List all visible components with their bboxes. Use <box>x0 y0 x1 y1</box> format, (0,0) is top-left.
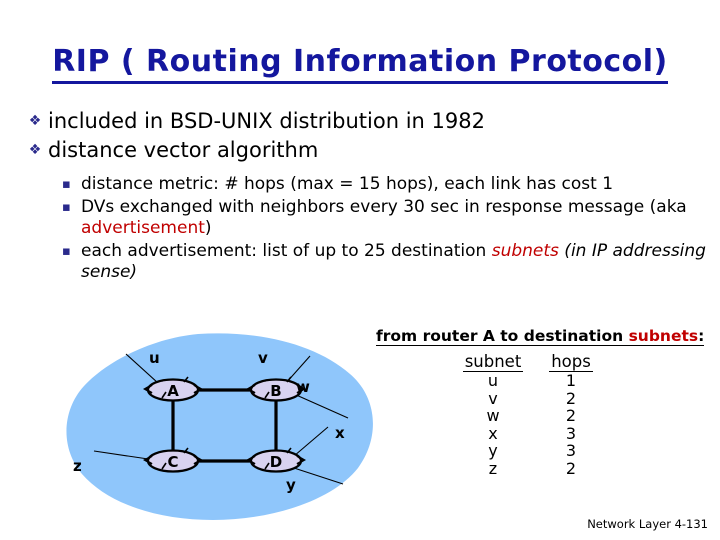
list-item: ❖ distance vector algorithm <box>22 137 692 164</box>
level1-bullet-text: distance vector algorithm <box>48 138 319 162</box>
level1-bullet-list: ❖ included in BSD-UNIX distribution in 1… <box>22 108 692 166</box>
router-label-d: D <box>270 453 282 471</box>
list-item: ❖ included in BSD-UNIX distribution in 1… <box>22 108 692 135</box>
cell-subnet: v <box>488 388 498 408</box>
router-label-a: A <box>167 382 179 400</box>
table-header-row: subnet hops <box>454 352 610 372</box>
level2-bullet-text: each advertisement: list of up to 25 des… <box>81 241 712 284</box>
stub-label-x: x <box>335 424 345 442</box>
router-label-c: C <box>167 453 178 471</box>
cell-subnet: w <box>486 406 500 425</box>
level2-bullet-text: distance metric: # hops (max = 15 hops),… <box>81 174 712 196</box>
column-header-subnet: subnet <box>462 352 524 372</box>
stub-label-v: v <box>258 349 268 367</box>
cell-subnet: u <box>487 371 499 390</box>
column-header-hops: hops <box>549 352 593 372</box>
routing-table: subnet hops u 1 v 2 w 2 x 3 y 3 z 2 <box>454 352 610 477</box>
list-item: ▪ distance metric: # hops (max = 15 hops… <box>62 174 712 196</box>
stub-label-y: y <box>286 476 296 494</box>
cell-hops: 3 <box>565 441 577 460</box>
table-row: y 3 <box>454 442 610 460</box>
network-topology-diagram: A B C D u v w x y z <box>58 328 388 528</box>
diamond-bullet-icon: ❖ <box>28 113 42 129</box>
cell-subnet: y <box>488 441 498 460</box>
text-run: ) <box>204 218 212 238</box>
list-item: ▪ DVs exchanged with neighbors every 30 … <box>62 197 712 240</box>
text-run: distance metric: # hops (max = 15 hops),… <box>81 174 614 194</box>
routing-table-caption: from router A to destination subnets: <box>376 327 705 346</box>
stub-label-u: u <box>149 349 160 367</box>
table-row: w 2 <box>454 407 610 425</box>
level1-bullet-text: included in BSD-UNIX distribution in 198… <box>48 109 485 133</box>
stub-label-z: z <box>73 457 82 475</box>
cell-hops: 2 <box>565 406 577 425</box>
text-run-highlight: subnets <box>491 240 559 261</box>
square-bullet-icon: ▪ <box>62 243 71 259</box>
table-row: u 1 <box>454 372 610 390</box>
cell-hops: 2 <box>565 388 577 408</box>
routing-table-block: from router A to destination subnets: su… <box>376 326 706 477</box>
router-label-b: B <box>270 382 281 400</box>
text-run-highlight: advertisement <box>81 218 205 238</box>
text-run: DVs exchanged with neighbors every 30 se… <box>81 196 687 217</box>
page-title: RIP ( Routing Information Protocol) <box>0 44 720 84</box>
slide-footer: Network Layer 4-131 <box>587 517 708 531</box>
cell-subnet: z <box>488 458 498 478</box>
cell-subnet: x <box>488 423 498 443</box>
cell-hops: 1 <box>565 371 577 390</box>
level2-bullet-text: DVs exchanged with neighbors every 30 se… <box>81 197 712 240</box>
level2-bullet-list: ▪ distance metric: # hops (max = 15 hops… <box>62 174 712 285</box>
square-bullet-icon: ▪ <box>62 177 71 192</box>
page-title-text: RIP ( Routing Information Protocol) <box>52 44 668 84</box>
cell-hops: 3 <box>565 423 577 443</box>
cell-hops: 2 <box>565 458 577 478</box>
caption-highlight: subnets <box>628 327 699 345</box>
square-bullet-icon: ▪ <box>62 199 71 215</box>
stub-label-w: w <box>296 378 310 396</box>
list-item: ▪ each advertisement: list of up to 25 d… <box>62 241 712 284</box>
caption-prefix: from router A to destination <box>376 327 629 345</box>
table-row: x 3 <box>454 423 610 443</box>
network-cloud-shape <box>66 333 373 520</box>
diamond-bullet-icon: ❖ <box>28 142 42 158</box>
text-run: each advertisement: list of up to 25 des… <box>81 240 492 261</box>
table-row: z 2 <box>454 458 610 478</box>
table-row: v 2 <box>454 388 610 408</box>
caption-suffix: : <box>698 327 705 345</box>
